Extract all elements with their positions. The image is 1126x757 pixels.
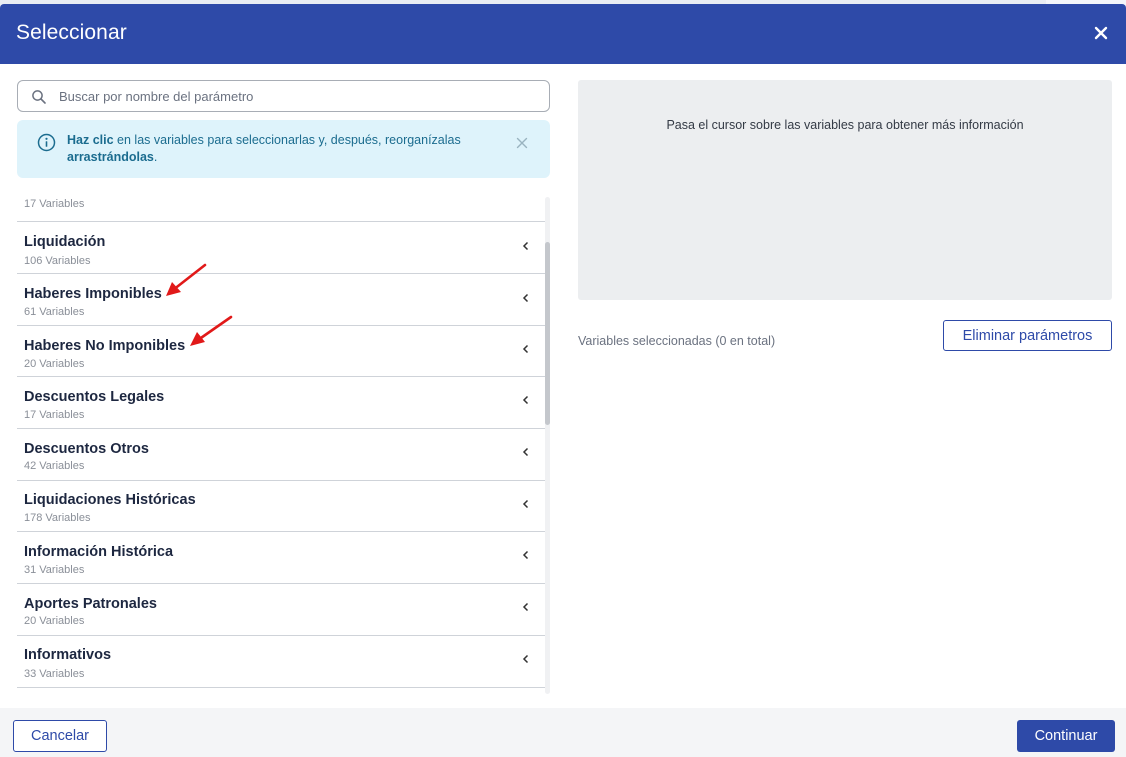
category-count: 20 Variables — [24, 358, 85, 370]
category-item[interactable]: Informativos 33 Variables — [17, 636, 545, 688]
category-count: 20 Variables — [24, 615, 85, 627]
category-count: 33 Variables — [24, 668, 85, 680]
info-icon — [37, 133, 56, 152]
selected-count-label: Variables seleccionadas (0 en total) — [578, 334, 776, 348]
chevron-left-icon[interactable] — [521, 444, 531, 457]
chevron-left-icon[interactable] — [521, 599, 531, 612]
category-name: Liquidación — [24, 234, 106, 250]
category-item[interactable]: Aportes Patronales 20 Variables — [17, 584, 545, 636]
category-count: 17 Variables — [24, 409, 85, 421]
chevron-left-icon[interactable] — [521, 651, 531, 664]
category-count: 17 Variables — [24, 198, 85, 210]
info-text-1: en las variables para seleccionarlas y, … — [113, 133, 461, 147]
info-text-2: . — [153, 150, 158, 164]
chevron-left-icon[interactable] — [521, 496, 531, 509]
dialog-title: Seleccionar — [16, 21, 127, 44]
category-item[interactable]: Liquidaciones Históricas 178 Variables — [17, 481, 545, 532]
info-panel-hint: Pasa el cursor sobre las variables para … — [666, 118, 1024, 132]
remove-parameters-button[interactable]: Eliminar parámetros — [943, 320, 1112, 351]
category-name: Informativos — [24, 647, 112, 663]
category-count: 178 Variables — [24, 512, 91, 524]
close-icon[interactable] — [1090, 22, 1112, 44]
category-name: Haberes Imponibles — [24, 286, 162, 302]
category-name: Haberes No Imponibles — [24, 338, 186, 354]
category-name: Descuentos Otros — [24, 441, 149, 457]
category-list[interactable]: 17 Variables Liquidación 106 Variables H… — [17, 193, 550, 690]
category-name: Liquidaciones Históricas — [24, 492, 196, 508]
category-item[interactable]: Haberes Imponibles 61 Variables — [17, 274, 545, 326]
chevron-left-icon[interactable] — [521, 547, 531, 560]
category-count: 106 Variables — [24, 255, 91, 267]
search-input[interactable] — [59, 81, 539, 111]
chevron-left-icon[interactable] — [521, 341, 531, 354]
category-item[interactable]: Descuentos Otros 42 Variables — [17, 429, 545, 481]
category-count: 61 Variables — [24, 306, 85, 318]
search-field[interactable] — [17, 80, 550, 112]
chevron-left-icon[interactable] — [521, 392, 531, 405]
list-scrollbar-thumb[interactable] — [545, 242, 550, 425]
chevron-left-icon[interactable] — [521, 290, 531, 303]
category-name: Información Histórica — [24, 544, 174, 560]
category-item[interactable]: Información Histórica 31 Variables — [17, 532, 545, 584]
select-dialog: Seleccionar Haz clic en las variables pa… — [0, 4, 1126, 757]
category-item[interactable]: Descuentos Legales 17 Variables — [17, 377, 545, 429]
search-icon — [31, 89, 47, 105]
info-text-bold-2: arrastrándolas — [67, 150, 154, 164]
info-banner-text: Haz clic en las variables para seleccion… — [67, 132, 497, 166]
category-count: 31 Variables — [24, 564, 85, 576]
continue-button[interactable]: Continuar — [1017, 720, 1115, 752]
close-icon[interactable] — [516, 136, 528, 149]
dialog-footer — [0, 708, 1126, 757]
list-item-partial[interactable]: 17 Variables — [17, 193, 545, 222]
cancel-button[interactable]: Cancelar — [13, 720, 107, 752]
dialog-header: Seleccionar — [0, 4, 1126, 64]
category-name: Descuentos Legales — [24, 389, 165, 405]
category-item[interactable]: Haberes No Imponibles 20 Variables — [17, 326, 545, 377]
chevron-left-icon[interactable] — [521, 238, 531, 251]
category-item[interactable]: Liquidación 106 Variables — [17, 222, 545, 274]
category-count: 42 Variables — [24, 460, 85, 472]
info-text-bold-1: Haz clic — [67, 133, 114, 147]
info-banner: Haz clic en las variables para seleccion… — [17, 120, 550, 178]
variable-info-panel: Pasa el cursor sobre las variables para … — [578, 80, 1112, 300]
category-name: Aportes Patronales — [24, 596, 157, 612]
